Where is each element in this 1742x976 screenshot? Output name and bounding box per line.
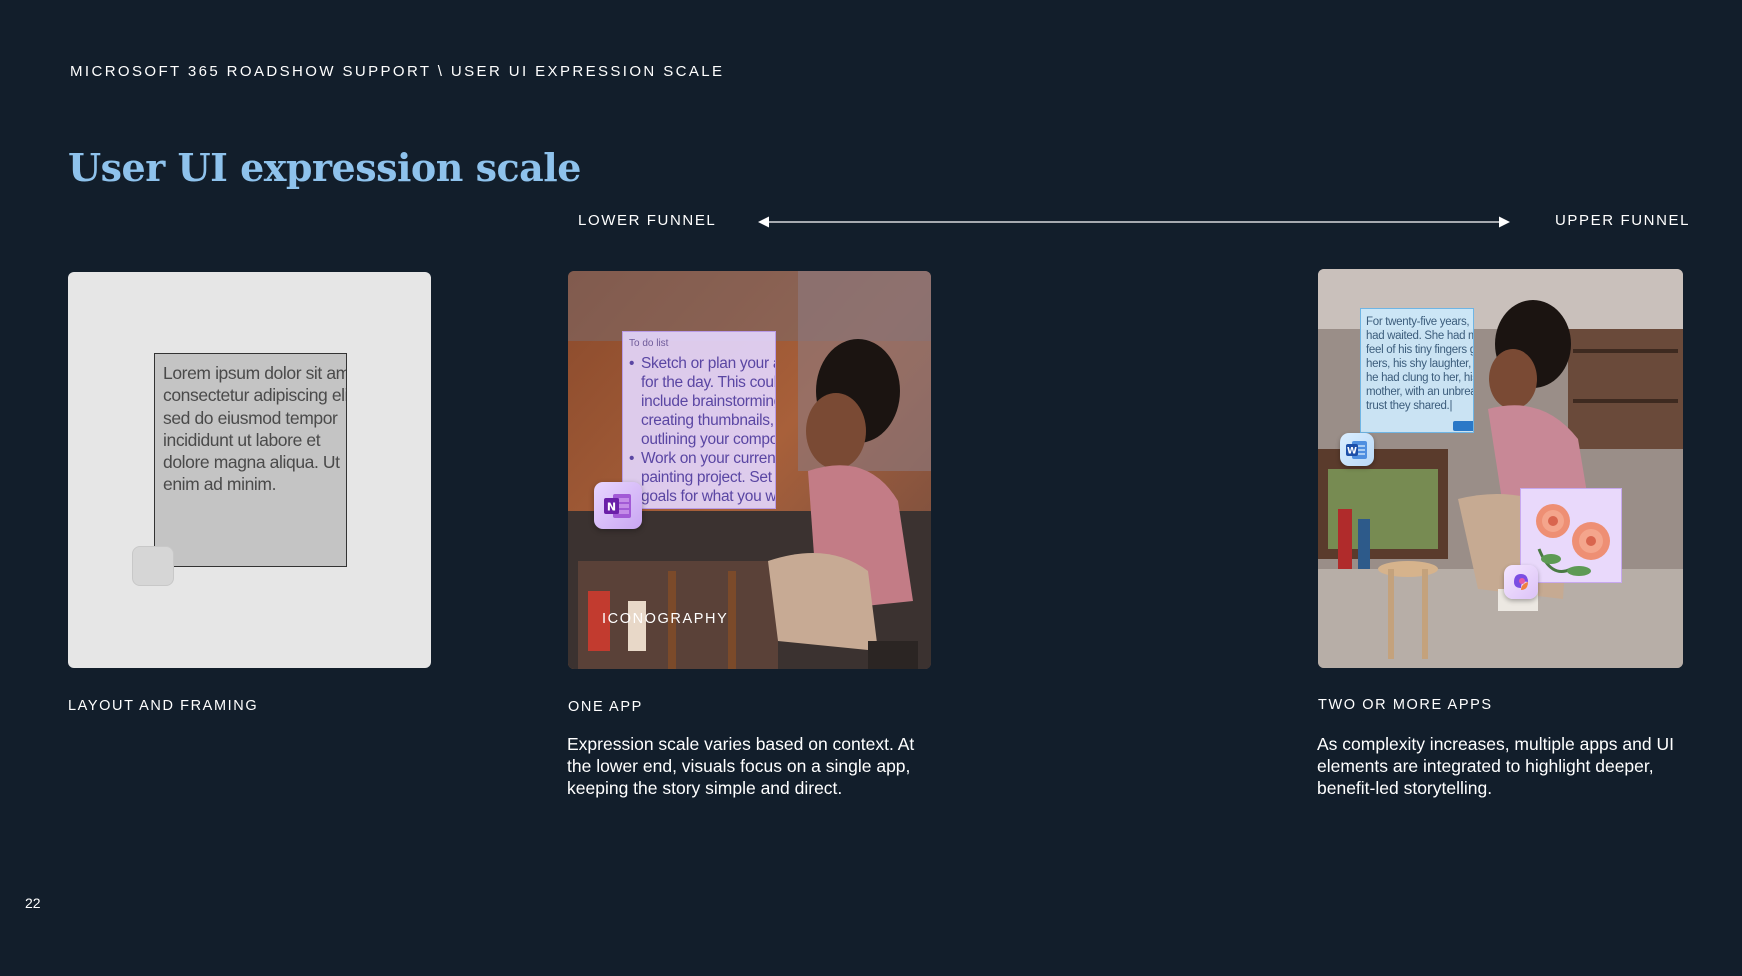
iconography-caption: ICONOGRAPHY: [602, 611, 729, 627]
upper-funnel-label: UPPER FUNNEL: [1555, 212, 1691, 229]
two-apps-label: TWO OR MORE APPS: [1318, 697, 1493, 713]
document-panel: For twenty-five years, Eli had waited. S…: [1360, 308, 1474, 433]
funnel-double-arrow: [758, 216, 1510, 228]
onenote-letter: N: [607, 500, 616, 513]
word-letter: W: [1347, 446, 1357, 456]
layout-framing-card: Lorem ipsum dolor sit amet, consectetur …: [68, 272, 431, 668]
layout-framing-label: LAYOUT AND FRAMING: [68, 698, 259, 714]
two-apps-description: As complexity increases, multiple apps a…: [1317, 734, 1674, 798]
word-icon: W: [1340, 433, 1374, 466]
one-app-description: Expression scale varies based on context…: [567, 734, 915, 798]
page-title: User UI expression scale: [68, 145, 581, 190]
app-icon-placeholder: [132, 546, 174, 586]
lower-funnel-label: LOWER FUNNEL: [578, 212, 717, 229]
todo-list: Sketch or plan your artwork for the day.…: [629, 354, 775, 508]
page-number: 22: [25, 895, 41, 911]
placeholder-window: Lorem ipsum dolor sit amet, consectetur …: [154, 353, 347, 567]
todo-item: Sketch or plan your artwork for the day.…: [629, 354, 775, 449]
placeholder-text: Lorem ipsum dolor sit amet, consectetur …: [163, 363, 346, 495]
todo-title: To do list: [629, 338, 669, 349]
one-app-photo: To do list Sketch or plan your artwork f…: [568, 271, 931, 669]
two-apps-photo: For twenty-five years, Eli had waited. S…: [1318, 269, 1683, 668]
onenote-icon: N: [594, 482, 642, 529]
todo-list-panel: To do list Sketch or plan your artwork f…: [622, 331, 776, 509]
document-button: [1453, 421, 1473, 431]
todo-item: Work on your current painting project. S…: [629, 449, 775, 508]
document-text: For twenty-five years, Eli had waited. S…: [1366, 316, 1473, 412]
breadcrumb: MICROSOFT 365 ROADSHOW SUPPORT \ USER UI…: [70, 63, 725, 80]
one-app-label: ONE APP: [568, 699, 643, 715]
copilot-icon: [1504, 565, 1538, 599]
